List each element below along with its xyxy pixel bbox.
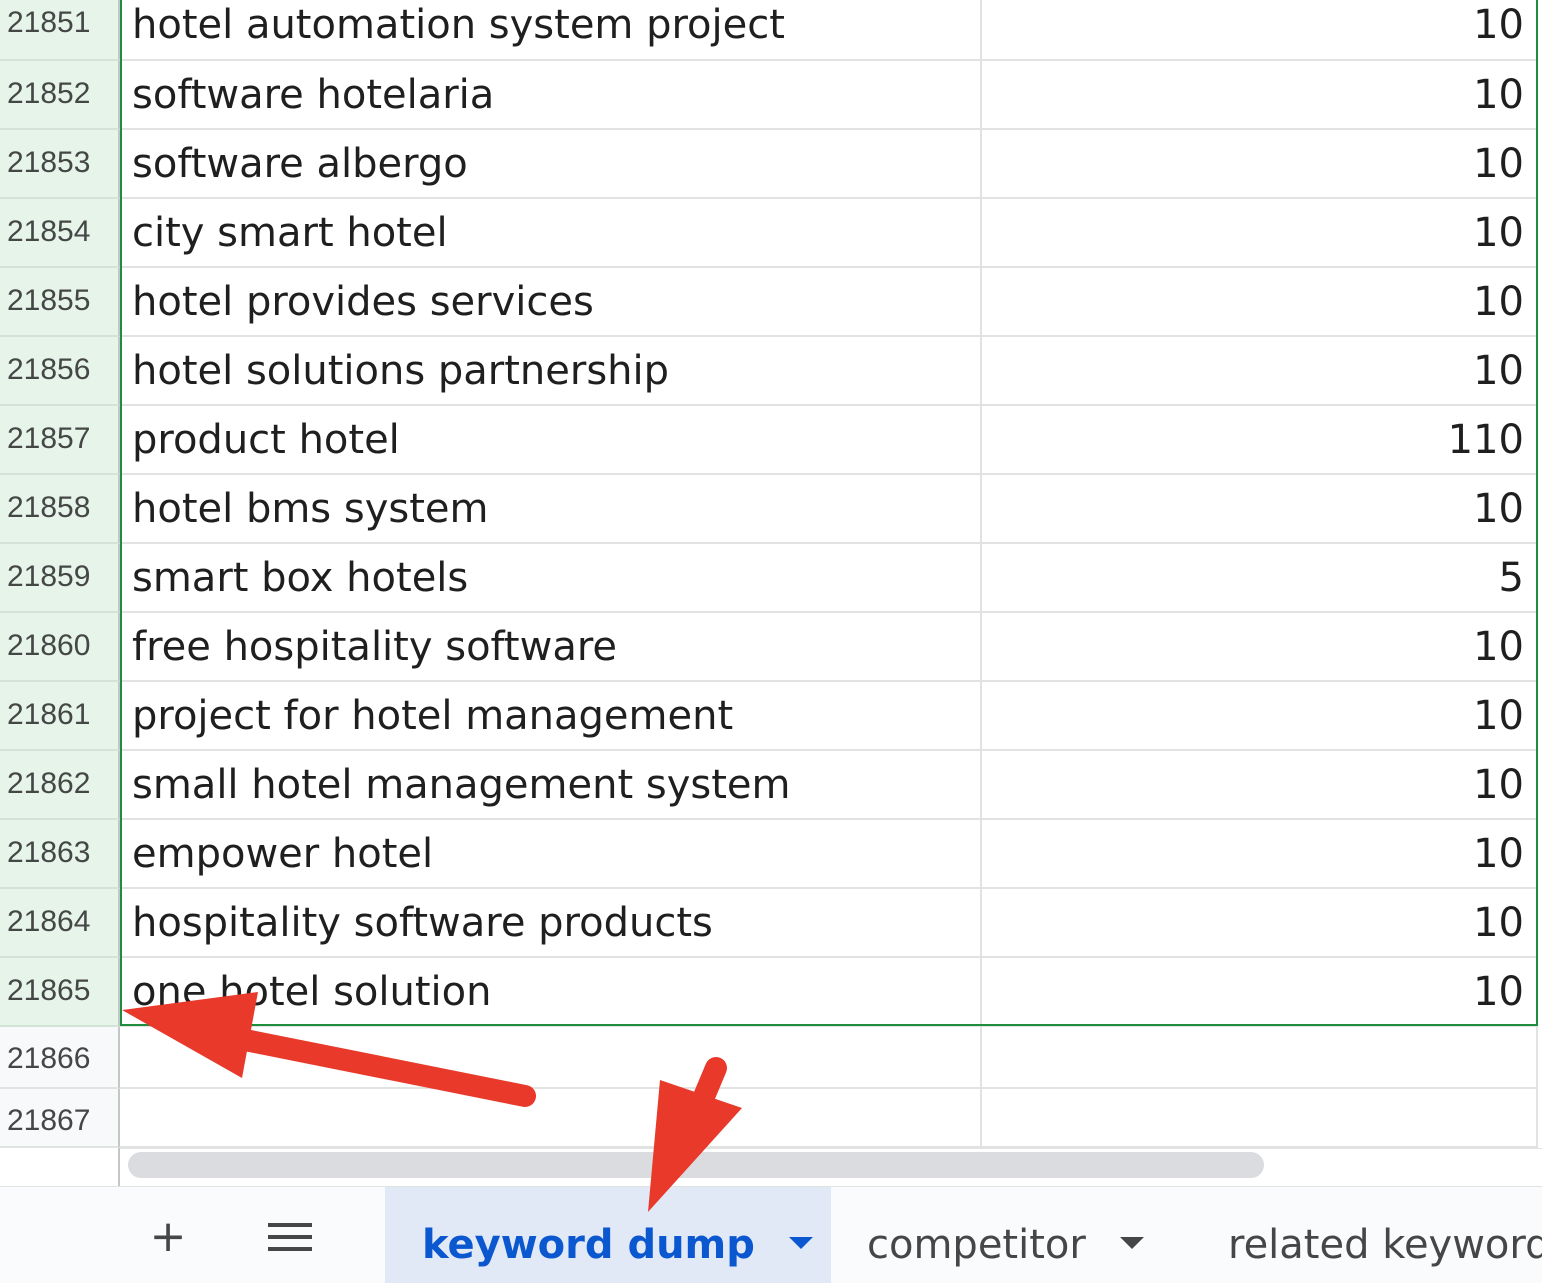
keyword-cell[interactable]: hotel bms system (120, 475, 982, 544)
keyword-cell[interactable]: product hotel (120, 406, 982, 475)
plus-icon: + (149, 1211, 187, 1262)
table-row[interactable]: 21859 smart box hotels 5 (0, 544, 1542, 613)
sheet-tab-bar: + keyword dump competitor related keywor… (0, 1186, 1542, 1283)
row-header[interactable]: 21855 (0, 268, 120, 337)
row-header[interactable]: 21859 (0, 544, 120, 613)
row-header[interactable]: 21853 (0, 130, 120, 199)
table-row[interactable]: 21857 product hotel 110 (0, 406, 1542, 475)
tab-label: keyword dump (422, 1222, 755, 1268)
row-header[interactable]: 21861 (0, 682, 120, 751)
empty-cell[interactable] (120, 1089, 982, 1148)
volume-cell[interactable]: 110 (982, 406, 1538, 475)
row-header[interactable]: 21857 (0, 406, 120, 475)
keyword-cell[interactable]: smart box hotels (120, 544, 982, 613)
row-header[interactable]: 21856 (0, 337, 120, 406)
table-row[interactable]: 21862 small hotel management system 10 (0, 751, 1542, 820)
table-row[interactable]: 21867 (0, 1089, 1542, 1148)
table-row[interactable]: 21853 software albergo 10 (0, 130, 1542, 199)
table-row[interactable]: 21865 one hotel solution 10 (0, 958, 1542, 1027)
volume-cell[interactable]: 10 (982, 820, 1538, 889)
add-sheet-button[interactable]: + (148, 1215, 188, 1259)
tab-competitor[interactable]: competitor (831, 1187, 1191, 1283)
volume-cell[interactable]: 10 (982, 682, 1538, 751)
table-row[interactable]: 21866 (0, 1027, 1542, 1089)
empty-cell[interactable] (982, 1089, 1538, 1148)
table-row[interactable]: 21854 city smart hotel 10 (0, 199, 1542, 268)
volume-cell[interactable]: 10 (982, 61, 1538, 130)
chevron-down-icon[interactable] (1119, 1237, 1144, 1249)
row-header[interactable]: 21864 (0, 889, 120, 958)
volume-cell[interactable]: 10 (982, 958, 1538, 1027)
row-header[interactable]: 21862 (0, 751, 120, 820)
keyword-cell[interactable]: one hotel solution (120, 958, 982, 1027)
keyword-cell[interactable]: empower hotel (120, 820, 982, 889)
tab-label: competitor (867, 1222, 1086, 1268)
table-row[interactable]: 21852 software hotelaria 10 (0, 61, 1542, 130)
menu-icon (268, 1223, 312, 1251)
row-header[interactable]: 21867 (0, 1089, 120, 1148)
table-row[interactable]: 21864 hospitality software products 10 (0, 889, 1542, 958)
volume-cell[interactable]: 5 (982, 544, 1538, 613)
keyword-cell[interactable]: software albergo (120, 130, 982, 199)
empty-cell[interactable] (982, 1027, 1538, 1089)
all-sheets-button[interactable] (268, 1217, 312, 1257)
keyword-cell[interactable]: hospitality software products (120, 889, 982, 958)
keyword-cell[interactable]: project for hotel management (120, 682, 982, 751)
row-header[interactable]: 21851 (0, 0, 120, 61)
keyword-cell[interactable]: hotel provides services (120, 268, 982, 337)
row-header[interactable]: 21852 (0, 61, 120, 130)
table-row[interactable]: 21851 hotel automation system project 10 (0, 0, 1542, 61)
row-header[interactable]: 21863 (0, 820, 120, 889)
tab-label: related keywords (1228, 1222, 1542, 1268)
volume-cell[interactable]: 10 (982, 337, 1538, 406)
tab-keyword-dump[interactable]: keyword dump (385, 1187, 831, 1283)
table-row[interactable]: 21863 empower hotel 10 (0, 820, 1542, 889)
table-row[interactable]: 21855 hotel provides services 10 (0, 268, 1542, 337)
table-row[interactable]: 21861 project for hotel management 10 (0, 682, 1542, 751)
keyword-cell[interactable]: city smart hotel (120, 199, 982, 268)
row-header[interactable]: 21866 (0, 1027, 120, 1089)
keyword-cell[interactable]: hotel automation system project (120, 0, 982, 61)
volume-cell[interactable]: 10 (982, 268, 1538, 337)
volume-cell[interactable]: 10 (982, 475, 1538, 544)
keyword-cell[interactable]: small hotel management system (120, 751, 982, 820)
row-header[interactable]: 21858 (0, 475, 120, 544)
keyword-cell[interactable]: software hotelaria (120, 61, 982, 130)
table-row[interactable]: 21856 hotel solutions partnership 10 (0, 337, 1542, 406)
table-row[interactable]: 21858 hotel bms system 10 (0, 475, 1542, 544)
horizontal-scrollbar-thumb[interactable] (128, 1152, 1264, 1178)
row-header[interactable]: 21854 (0, 199, 120, 268)
tab-related-keywords[interactable]: related keywords (1191, 1187, 1542, 1283)
volume-cell[interactable]: 10 (982, 751, 1538, 820)
volume-cell[interactable]: 10 (982, 199, 1538, 268)
table-row[interactable]: 21860 free hospitality software 10 (0, 613, 1542, 682)
keyword-cell[interactable]: free hospitality software (120, 613, 982, 682)
row-header[interactable]: 21865 (0, 958, 120, 1027)
volume-cell[interactable]: 10 (982, 130, 1538, 199)
volume-cell[interactable]: 10 (982, 889, 1538, 958)
row-header[interactable]: 21860 (0, 613, 120, 682)
empty-cell[interactable] (120, 1027, 982, 1089)
scrollbar-corner (0, 1148, 120, 1186)
volume-cell[interactable]: 10 (982, 613, 1538, 682)
volume-cell[interactable]: 10 (982, 0, 1538, 61)
spreadsheet-grid[interactable]: 21851 hotel automation system project 10… (0, 0, 1542, 1148)
keyword-cell[interactable]: hotel solutions partnership (120, 337, 982, 406)
chevron-down-icon[interactable] (788, 1237, 813, 1249)
